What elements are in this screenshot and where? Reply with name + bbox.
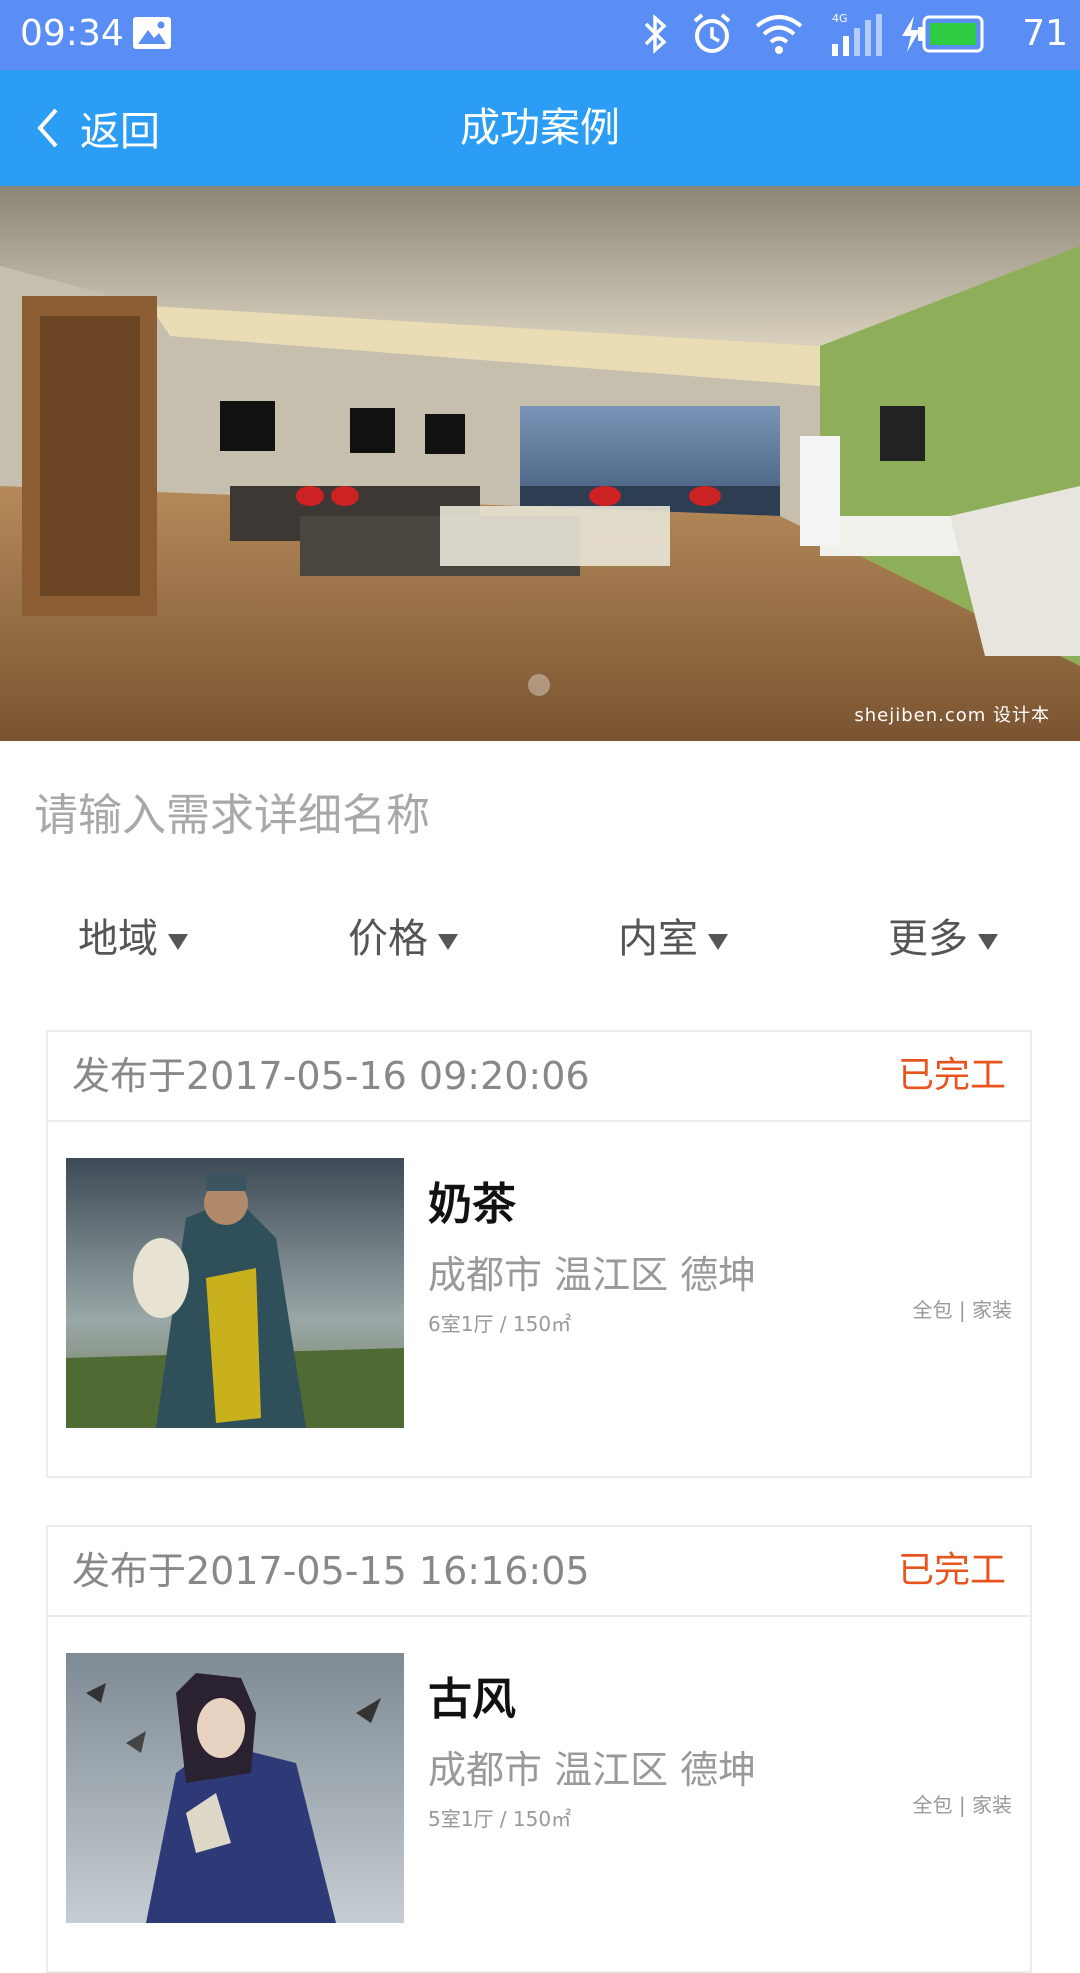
page-title: 成功案例: [460, 105, 620, 151]
filter-price[interactable]: 价格: [348, 900, 458, 970]
triangle-down-icon: [978, 934, 998, 950]
svg-text:4G: 4G: [832, 12, 848, 25]
banner-image: [0, 186, 1080, 741]
status-badge: 已完工: [897, 1550, 1006, 1591]
case-card[interactable]: 发布于2017-05-16 09:20:06 已完工 奶茶 成都市 温江区 德坤…: [46, 1030, 1032, 1478]
carousel-indicator[interactable]: [528, 674, 550, 696]
case-card[interactable]: 发布于2017-05-15 16:16:05 已完工 古风 成都市 温江区 德坤…: [46, 1525, 1032, 1973]
filter-region[interactable]: 地域: [78, 900, 188, 970]
filter-label: 价格: [348, 916, 428, 962]
chevron-left-icon: [37, 108, 58, 148]
filter-more[interactable]: 更多: [888, 900, 998, 970]
case-rooms: 6室1厅 / 150㎡: [428, 1312, 572, 1336]
status-bar: 09:34 4G 71: [0, 0, 1080, 70]
battery-level: 71: [1022, 13, 1068, 54]
case-tags: 全包 | 家装: [912, 1793, 1012, 1817]
triangle-down-icon: [708, 934, 728, 950]
nav-bar: 成功案例 返回: [0, 70, 1080, 186]
thumbnail-image: [66, 1653, 404, 1923]
case-thumbnail: [66, 1158, 404, 1428]
card-body: 奶茶 成都市 温江区 德坤 6室1厅 / 150㎡ 全包 | 家装: [48, 1122, 1030, 1476]
card-body: 古风 成都市 温江区 德坤 5室1厅 / 150㎡ 全包 | 家装: [48, 1617, 1030, 1971]
signal-4g-icon: 4G: [832, 12, 882, 56]
filter-label: 地域: [78, 916, 158, 962]
banner-watermark: shejiben.com 设计本: [854, 705, 1050, 726]
case-location: 成都市 温江区 德坤: [428, 1253, 757, 1297]
status-badge: 已完工: [897, 1055, 1006, 1096]
back-button[interactable]: 返回: [34, 70, 160, 186]
banner-carousel[interactable]: shejiben.com 设计本: [0, 186, 1080, 741]
case-thumbnail: [66, 1653, 404, 1923]
filter-bar: 地域 价格 内室 更多: [0, 900, 1080, 970]
alarm-icon: [693, 13, 731, 53]
publish-date: 发布于2017-05-16 09:20:06: [72, 1054, 590, 1098]
card-header: 发布于2017-05-16 09:20:06 已完工: [48, 1032, 1030, 1122]
thumbnail-image: [66, 1158, 404, 1428]
case-location: 成都市 温江区 德坤: [428, 1748, 757, 1792]
case-name: 奶茶: [428, 1179, 516, 1230]
battery-icon: [918, 15, 984, 53]
publish-date: 发布于2017-05-15 16:16:05: [72, 1549, 590, 1593]
wifi-icon: [755, 15, 803, 54]
triangle-down-icon: [168, 934, 188, 950]
image-icon: [133, 17, 171, 49]
filter-rooms[interactable]: 内室: [618, 900, 728, 970]
back-label: 返回: [80, 109, 160, 155]
case-name: 古风: [428, 1674, 516, 1725]
case-tags: 全包 | 家装: [912, 1298, 1012, 1322]
filter-label: 内室: [618, 916, 698, 962]
search-input[interactable]: [34, 770, 1044, 860]
status-time: 09:34: [20, 13, 124, 54]
triangle-down-icon: [438, 934, 458, 950]
card-header: 发布于2017-05-15 16:16:05 已完工: [48, 1527, 1030, 1617]
bluetooth-icon: [644, 14, 667, 54]
case-rooms: 5室1厅 / 150㎡: [428, 1807, 572, 1831]
filter-label: 更多: [888, 916, 968, 962]
